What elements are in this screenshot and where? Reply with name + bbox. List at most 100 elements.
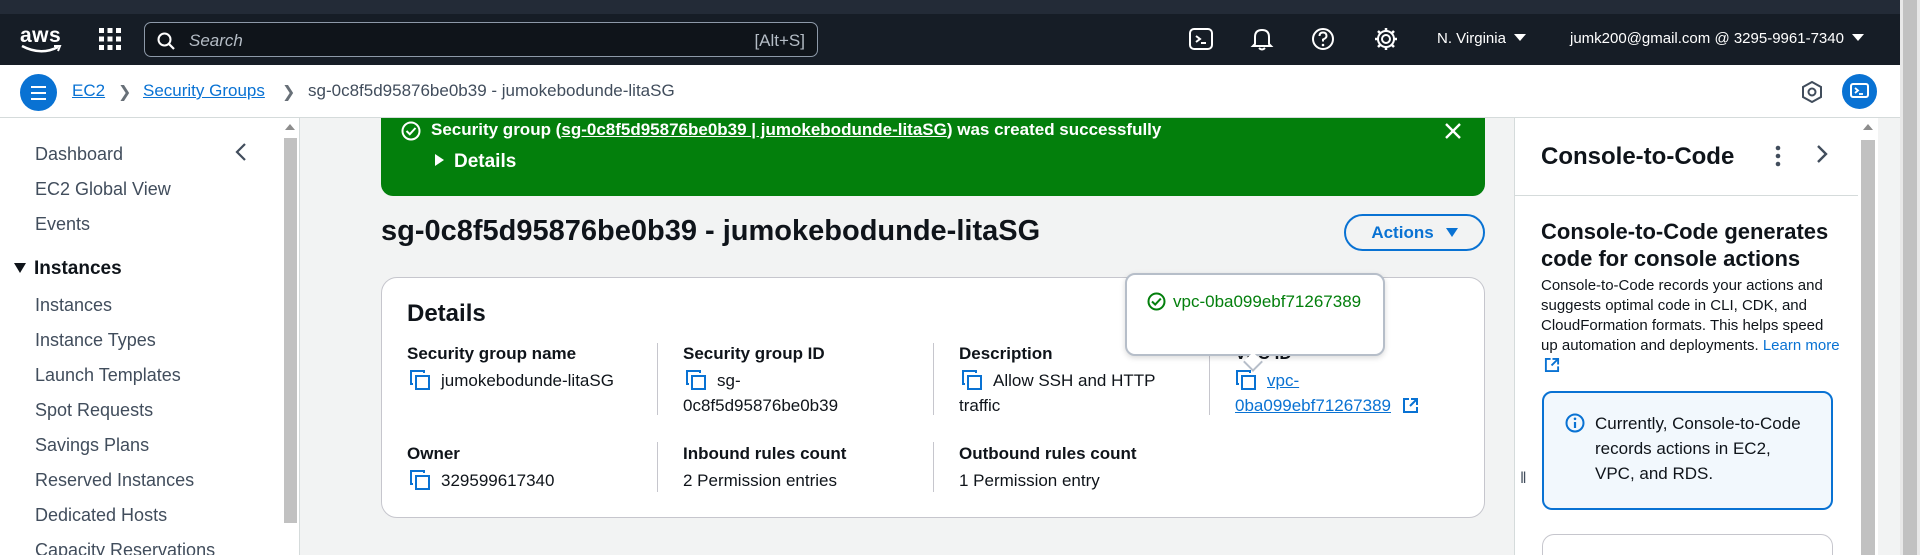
column-divider <box>657 442 658 492</box>
breadcrumb-bar: EC2 ❯ Security Groups ❯ sg-0c8f5d95876be… <box>0 65 1900 118</box>
external-link-icon[interactable] <box>1544 357 1560 373</box>
copy-icon[interactable] <box>685 369 707 391</box>
sidebar-item-dashboard[interactable]: Dashboard <box>35 144 123 165</box>
navigation-menu-button[interactable] <box>20 74 57 111</box>
description-text-2: traffic <box>959 396 1001 415</box>
owner-label: Owner <box>407 444 460 463</box>
sidebar-item-capacity-reservations[interactable]: Capacity Reservations <box>35 540 215 555</box>
collapse-sidebar-icon[interactable] <box>234 142 248 162</box>
copy-icon[interactable] <box>961 369 983 391</box>
tooltip-text: vpc-0ba099ebf71267389 <box>1173 292 1362 311</box>
inbound-rules-label: Inbound rules count <box>683 444 847 463</box>
flash-sg-link[interactable]: sg-0c8f5d95876be0b39 | jumokebodunde-lit… <box>561 120 947 139</box>
search-placeholder: Search <box>189 31 243 50</box>
close-icon[interactable] <box>1443 121 1463 141</box>
sidebar-item-launch-templates[interactable]: Launch Templates <box>35 365 181 386</box>
sidebar-item-spot-requests[interactable]: Spot Requests <box>35 400 153 421</box>
aws-logo[interactable]: aws <box>20 24 64 54</box>
sidebar-scrollbar[interactable] <box>281 118 299 555</box>
console-to-code-icon <box>1850 83 1869 98</box>
chevron-right-icon: ❯ <box>118 84 132 101</box>
breadcrumb-security-groups[interactable]: Security Groups <box>143 81 265 101</box>
sidebar-item-global-view[interactable]: EC2 Global View <box>35 179 171 200</box>
top-navigation: aws Search [Alt+S] N. Virginia jumk200@g… <box>0 0 1920 65</box>
success-check-icon <box>401 121 421 141</box>
panel-section-card <box>1542 534 1833 555</box>
aws-smile-icon <box>21 44 62 53</box>
flash-message: Security group (sg-0c8f5d95876be0b39 | j… <box>431 120 1161 140</box>
vpc-id-link-1[interactable]: vpc- <box>1267 371 1299 390</box>
notifications-hex-icon[interactable] <box>1802 81 1822 103</box>
copy-icon[interactable] <box>409 469 431 491</box>
learn-more-link[interactable]: Learn more <box>1763 337 1840 354</box>
sidebar-item-reserved-instances[interactable]: Reserved Instances <box>35 470 194 491</box>
description-label: Description <box>959 344 1053 363</box>
sidebar-section-label: Instances <box>34 258 122 279</box>
panel-description: Console-to-Code records your actions and… <box>1541 276 1841 376</box>
account-menu[interactable]: jumk200@gmail.com @ 3295-9961-7340 <box>1570 30 1864 47</box>
services-grid-icon[interactable] <box>98 27 122 51</box>
console-to-code-button[interactable] <box>1842 74 1877 109</box>
search-input[interactable]: Search [Alt+S] <box>144 22 818 57</box>
actions-button[interactable]: Actions <box>1344 214 1485 251</box>
search-shortcut: [Alt+S] <box>754 31 805 50</box>
column-divider <box>933 343 934 415</box>
sg-id-label: Security group ID <box>683 344 825 363</box>
owner-value: 329599617340 <box>409 468 554 493</box>
info-icon <box>1565 413 1585 433</box>
account-label: jumk200@gmail.com @ 3295-9961-7340 <box>1570 30 1844 47</box>
caret-right-icon <box>435 154 444 166</box>
console-to-code-panel: Console-to-Code Console-to-Code generate… <box>1514 118 1859 555</box>
column-divider <box>933 442 934 492</box>
info-text: Currently, Console-to-Code records actio… <box>1595 414 1801 483</box>
chevron-down-icon <box>1513 34 1526 41</box>
sidebar-item-instance-types[interactable]: Instance Types <box>35 330 156 351</box>
region-selector[interactable]: N. Virginia <box>1437 30 1526 47</box>
sidebar-item-instances[interactable]: Instances <box>35 295 112 316</box>
search-icon <box>157 32 175 50</box>
breadcrumb-ec2[interactable]: EC2 <box>72 81 105 101</box>
copy-icon[interactable] <box>409 369 431 391</box>
sidebar-item-dedicated-hosts[interactable]: Dedicated Hosts <box>35 505 167 526</box>
panel-scrollbar[interactable] <box>1858 118 1878 555</box>
sidebar-section-instances[interactable]: Instances <box>14 258 122 280</box>
chevron-right-icon: ❯ <box>282 84 296 101</box>
sidebar-item-events[interactable]: Events <box>35 214 90 235</box>
owner-text: 329599617340 <box>441 471 555 490</box>
caret-down-icon <box>14 263 26 273</box>
info-alert: Currently, Console-to-Code records actio… <box>1542 391 1833 510</box>
window-scrollbar[interactable] <box>1900 0 1920 555</box>
sg-name-label: Security group name <box>407 344 577 363</box>
success-flash-banner: Security group (sg-0c8f5d95876be0b39 | j… <box>381 118 1485 196</box>
actions-label: Actions <box>1371 223 1434 242</box>
sg-name-text: jumokebodunde-litaSG <box>441 371 614 390</box>
gear-icon[interactable] <box>1373 26 1399 52</box>
sidebar-item-savings-plans[interactable]: Savings Plans <box>35 435 149 456</box>
flash-details-label: Details <box>454 151 517 172</box>
help-icon[interactable] <box>1310 26 1336 52</box>
details-title: Details <box>407 300 486 327</box>
flash-details-toggle[interactable]: Details <box>435 151 516 173</box>
left-sidebar: Dashboard EC2 Global View Events Instanc… <box>0 118 281 555</box>
copied-tooltip: vpc-0ba099ebf71267389 <box>1125 273 1385 372</box>
panel-divider <box>1515 195 1859 196</box>
cloudshell-icon[interactable] <box>1188 26 1214 52</box>
region-label: N. Virginia <box>1437 30 1506 47</box>
bell-icon[interactable] <box>1249 26 1275 52</box>
sidebar-divider <box>299 118 300 555</box>
caret-down-icon <box>1445 228 1458 237</box>
close-panel-chevron-icon[interactable] <box>1815 143 1829 165</box>
flash-suffix: ) was created successfully <box>946 120 1162 139</box>
panel-resize-handle[interactable]: ‖ <box>1520 470 1527 488</box>
sg-id-text-2: 0c8f5d95876be0b39 <box>683 396 839 415</box>
copy-icon[interactable] <box>1235 369 1257 391</box>
more-options-icon[interactable] <box>1774 144 1782 168</box>
description-value: Allow SSH and HTTP traffic <box>959 368 1156 418</box>
vpc-id-link-2[interactable]: 0ba099ebf71267389 <box>1235 396 1391 415</box>
vpc-id-value: vpc- 0ba099ebf71267389 <box>1235 368 1419 418</box>
panel-heading: Console-to-Code generates code for conso… <box>1541 219 1829 271</box>
flash-prefix: Security group ( <box>431 120 562 139</box>
external-link-icon[interactable] <box>1402 397 1419 414</box>
inbound-rules-value: 2 Permission entries <box>683 471 838 490</box>
breadcrumb-current: sg-0c8f5d95876be0b39 - jumokebodunde-lit… <box>308 81 675 100</box>
